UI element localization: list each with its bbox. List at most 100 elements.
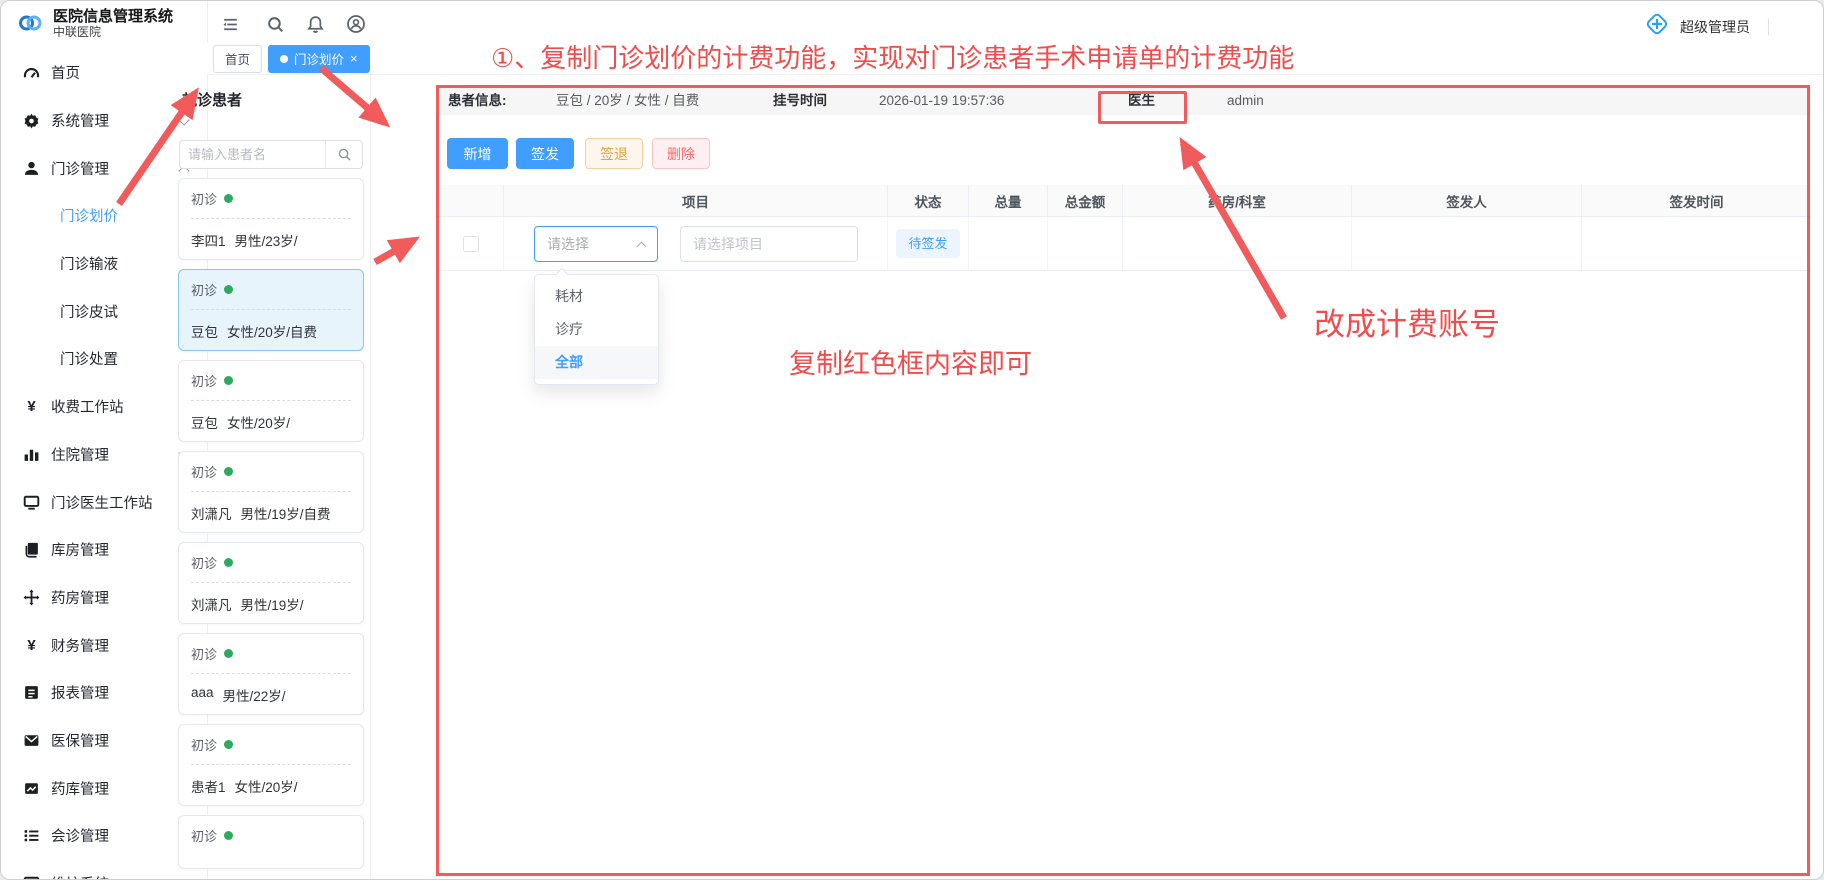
app-subtitle: 中联医院 bbox=[53, 25, 173, 39]
patient-card[interactable]: 初诊 刘潇凡男性/19岁/ bbox=[178, 542, 364, 624]
divider bbox=[191, 218, 351, 219]
item-search-input[interactable] bbox=[680, 226, 858, 262]
sidebar-item-drug-store-mgmt[interactable]: 药库管理 bbox=[1, 764, 207, 812]
tab-outpatient-pricing[interactable]: 门诊划价 × bbox=[268, 45, 370, 73]
visit-type-label: 初诊 bbox=[191, 553, 217, 572]
patient-card[interactable]: 初诊 李四1男性/23岁/ bbox=[178, 178, 364, 260]
tab-label: 首页 bbox=[225, 49, 250, 68]
sidebar-item-outpatient-infusion[interactable]: 门诊输液 bbox=[1, 240, 207, 288]
patient-card[interactable]: 初诊 aaa男性/22岁/ bbox=[178, 633, 364, 715]
delete-button[interactable]: 删除 bbox=[652, 138, 710, 169]
patient-name: 刘潇凡 bbox=[191, 503, 232, 523]
list-icon bbox=[23, 827, 40, 844]
status-dot bbox=[224, 558, 233, 567]
sidebar-item-outpatient-mgmt[interactable]: 门诊管理 bbox=[1, 144, 207, 192]
column-header-status: 状态 bbox=[888, 185, 969, 216]
sidebar-item-outpatient-skin-test[interactable]: 门诊皮试 bbox=[1, 287, 207, 335]
patient-card[interactable]: 初诊 豆包女性/20岁/ bbox=[178, 360, 364, 442]
sidebar-item-outpatient-pricing[interactable]: 门诊划价 bbox=[1, 192, 207, 240]
sidebar-item-label: 门诊处置 bbox=[60, 348, 118, 369]
patient-card-selected[interactable]: 初诊 豆包女性/20岁/自费 bbox=[178, 269, 364, 351]
account-menu[interactable]: 超级管理员 bbox=[1644, 11, 1769, 42]
user-circle-icon[interactable] bbox=[345, 13, 367, 35]
dropdown-option-consumables[interactable]: 耗材 bbox=[535, 280, 658, 313]
tab-label: 门诊划价 bbox=[294, 49, 344, 68]
checkout-button[interactable]: 签退 bbox=[585, 138, 643, 169]
status-dot bbox=[224, 285, 233, 294]
dropdown-option-all[interactable]: 全部 bbox=[535, 346, 658, 379]
sidebar-item-consultation-mgmt[interactable]: 会诊管理 bbox=[1, 812, 207, 860]
monitor-icon bbox=[23, 494, 40, 511]
sidebar-item-label: 门诊皮试 bbox=[60, 301, 118, 322]
sidebar-item-system-mgmt[interactable]: 系统管理 bbox=[1, 97, 207, 145]
bell-icon[interactable] bbox=[304, 13, 326, 35]
chevron-up-icon bbox=[637, 239, 647, 249]
sidebar-item-doctor-workstation[interactable]: 门诊医生工作站 bbox=[1, 478, 207, 526]
patient-name: 患者1 bbox=[191, 776, 226, 796]
status-dot bbox=[224, 740, 233, 749]
hospital-logo-icon bbox=[15, 9, 45, 39]
yen-icon: ¥ bbox=[23, 637, 40, 654]
patient-info-value: 豆包 / 20岁 / 女性 / 自费 bbox=[556, 87, 699, 115]
sidebar-item-label: 门诊管理 bbox=[51, 158, 109, 179]
sidebar: 医院信息管理系统 中联医院 首页 系统管理 门诊管理 门诊划价 bbox=[1, 1, 208, 879]
visit-type-label: 初诊 bbox=[191, 826, 217, 845]
patient-name: 刘潇凡 bbox=[191, 594, 232, 614]
search-icon[interactable] bbox=[325, 141, 362, 168]
sidebar-item-report-mgmt[interactable]: 报表管理 bbox=[1, 669, 207, 717]
patient-search-input[interactable] bbox=[180, 141, 325, 168]
image-icon bbox=[23, 780, 40, 797]
column-header-issue-time: 签发时间 bbox=[1582, 185, 1811, 216]
sidebar-item-charging-station[interactable]: ¥ 收费工作站 bbox=[1, 383, 207, 431]
arrow-to-patient-info bbox=[321, 68, 385, 123]
divider bbox=[191, 400, 351, 401]
current-user-name: 超级管理员 bbox=[1680, 17, 1750, 37]
medical-diamond-icon bbox=[1644, 11, 1670, 42]
sidebar-item-label: 收费工作站 bbox=[51, 396, 124, 417]
visit-type-label: 初诊 bbox=[191, 280, 217, 299]
menu-fold-icon[interactable] bbox=[219, 13, 241, 35]
sidebar-item-label: 首页 bbox=[51, 62, 80, 83]
patient-card[interactable]: 初诊 刘潇凡男性/19岁/自费 bbox=[178, 451, 364, 533]
gear-icon bbox=[23, 112, 40, 129]
sidebar-item-storeroom-mgmt[interactable]: 库房管理 bbox=[1, 526, 207, 574]
sidebar-item-outpatient-treatment[interactable]: 门诊处置 bbox=[1, 335, 207, 383]
visit-type-label: 初诊 bbox=[191, 735, 217, 754]
visit-type-label: 初诊 bbox=[191, 644, 217, 663]
issue-button[interactable]: 签发 bbox=[516, 138, 574, 169]
patient-card[interactable]: 初诊 bbox=[178, 815, 364, 869]
tab-close-icon[interactable]: × bbox=[350, 52, 358, 65]
item-type-select[interactable]: 请选择 bbox=[534, 226, 658, 262]
registration-time-label: 挂号时间 bbox=[773, 87, 827, 115]
patient-card[interactable]: 初诊 患者1女性/20岁/ bbox=[178, 724, 364, 806]
status-dot bbox=[224, 194, 233, 203]
sidebar-item-home[interactable]: 首页 bbox=[1, 49, 207, 97]
add-button[interactable]: 新增 bbox=[447, 138, 508, 169]
dropdown-option-treatment[interactable]: 诊疗 bbox=[535, 313, 658, 346]
sidebar-item-label: 报表管理 bbox=[51, 682, 109, 703]
patient-name: aaa bbox=[191, 685, 214, 705]
column-header-pharmacy-dept: 药房/科室 bbox=[1123, 185, 1352, 216]
item-type-dropdown: 耗材 诊疗 全部 bbox=[534, 274, 659, 385]
sidebar-item-insurance-mgmt[interactable]: 医保管理 bbox=[1, 717, 207, 765]
status-dot bbox=[224, 831, 233, 840]
column-header-quantity: 总量 bbox=[969, 185, 1048, 216]
sidebar-item-pharmacy-mgmt[interactable]: 药房管理 bbox=[1, 574, 207, 622]
sidebar-item-maintenance-system[interactable]: 维护系统 bbox=[1, 860, 207, 880]
status-dot bbox=[224, 467, 233, 476]
search-icon[interactable] bbox=[264, 13, 286, 35]
sidebar-item-inpatient-mgmt[interactable]: 住院管理 bbox=[1, 431, 207, 479]
patient-name: 豆包 bbox=[191, 321, 218, 341]
visit-type-label: 初诊 bbox=[191, 371, 217, 390]
patient-name: 豆包 bbox=[191, 412, 218, 432]
sidebar-item-finance-mgmt[interactable]: ¥ 财务管理 bbox=[1, 621, 207, 669]
row-checkbox[interactable] bbox=[463, 236, 479, 252]
arrow-to-table-row bbox=[375, 240, 414, 262]
annotation-note-right: 改成计费账号 bbox=[1314, 299, 1500, 344]
monitor-icon bbox=[23, 875, 40, 880]
bar-chart-icon bbox=[23, 446, 40, 463]
tab-home[interactable]: 首页 bbox=[213, 45, 262, 73]
sidebar-item-label: 维护系统 bbox=[51, 873, 109, 880]
mail-icon bbox=[23, 732, 40, 749]
status-dot bbox=[224, 376, 233, 385]
